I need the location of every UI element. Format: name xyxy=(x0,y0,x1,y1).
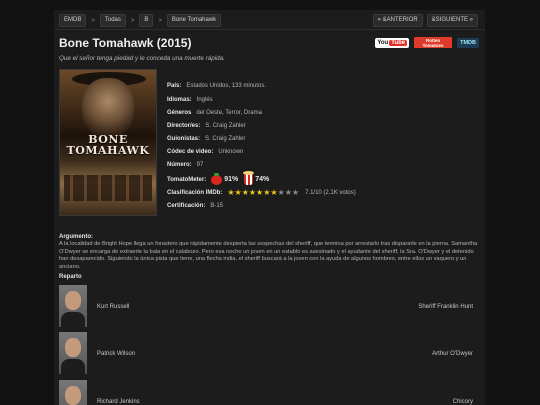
breadcrumb-separator: > xyxy=(158,17,162,24)
detail-label: Director/es: xyxy=(167,123,201,129)
detail-video-codec: Códec de video: Unknown xyxy=(167,149,243,155)
poster-title: BONE TOMAHAWK xyxy=(66,133,150,157)
plot-text: A la localidad de Bright Hope llega un f… xyxy=(59,241,478,270)
poster-riders-art xyxy=(64,175,152,201)
header-divider xyxy=(54,29,485,30)
detail-value: Inglés xyxy=(196,97,213,103)
breadcrumb: EMDB > Todas > B > Bone Tomahawk xyxy=(59,14,222,27)
plot-label: Argumento: xyxy=(59,234,93,240)
actor-body-art xyxy=(61,312,85,327)
breadcrumb-todas[interactable]: Todas xyxy=(99,14,126,27)
actor-name[interactable]: Kurt Russell xyxy=(97,304,129,310)
next-button[interactable]: &SIGUIENTE » xyxy=(426,14,478,27)
star-icon: ★ xyxy=(241,188,249,197)
tmdb-link[interactable]: TMDB xyxy=(457,37,479,48)
actor-head-art xyxy=(65,291,81,310)
star-icon: ★ xyxy=(227,188,235,197)
movie-poster[interactable]: BONE TOMAHAWK xyxy=(59,69,157,216)
detail-directors: Director/es: S. Craig Zahler xyxy=(167,123,246,129)
tomato-icon xyxy=(211,172,223,185)
movie-panel: EMDB > Todas > B > Bone Tomahawk « &ANTE… xyxy=(54,10,485,405)
actor-body-art xyxy=(61,359,85,374)
previous-button[interactable]: « &ANTERIOR xyxy=(372,14,423,27)
actor-photo[interactable] xyxy=(59,285,87,327)
cast-member[interactable]: Patrick Wilson Arthur O'Dwyer xyxy=(59,332,480,374)
movie-tagline: Que el señor tenga piedad y le conceda u… xyxy=(59,55,225,62)
actor-head-art xyxy=(65,386,81,405)
detail-value: Estados Unidos, 133 minutos. xyxy=(186,83,267,89)
star-icon: ★ xyxy=(277,188,285,197)
youtube-text: You xyxy=(377,39,389,46)
breadcrumb-separator: > xyxy=(130,17,135,24)
certification-label: Certificación: xyxy=(167,203,206,209)
rotten-tomatoes-link[interactable]: Rotten Tomatoes xyxy=(414,37,453,48)
detail-label: Códec de video: xyxy=(167,149,214,155)
detail-value: 97 xyxy=(196,162,204,168)
breadcrumb-current[interactable]: Bone Tomahawk xyxy=(166,14,222,27)
actor-name[interactable]: Patrick Wilson xyxy=(97,351,135,357)
critics-score: 91% xyxy=(224,176,239,183)
detail-tomatometer: TomatoMeter: 91% 74% xyxy=(167,171,275,185)
detail-label: Géneros xyxy=(167,110,192,116)
pager: « &ANTERIOR &SIGUIENTE » xyxy=(372,14,478,27)
external-links: You Tube Rotten Tomatoes TMDB xyxy=(375,37,479,48)
cast-member[interactable]: Richard Jenkins Chicory xyxy=(59,380,480,405)
actor-photo[interactable] xyxy=(59,380,87,405)
star-icon: ★ xyxy=(234,188,242,197)
detail-country: País: Estados Unidos, 133 minutos. xyxy=(167,83,266,89)
detail-languages: Idiomas: Inglés xyxy=(167,97,213,103)
detail-number: Número: 97 xyxy=(167,162,203,168)
star-icon: ★ xyxy=(256,188,264,197)
imdb-label: Clasificación IMDb: xyxy=(167,190,223,196)
star-icon: ★ xyxy=(284,188,292,197)
detail-label: País: xyxy=(167,83,182,89)
actor-role: Arthur O'Dwyer xyxy=(432,351,473,357)
star-icon: ★ xyxy=(270,188,278,197)
detail-writers: Guionistas: S. Craig Zahler xyxy=(167,136,245,142)
actor-photo[interactable] xyxy=(59,332,87,374)
star-icon: ★ xyxy=(291,188,300,197)
actor-head-art xyxy=(65,338,81,357)
detail-imdb: Clasificación IMDb: ★ ★ ★ ★ ★ ★ ★ ★ ★ ★ 7.1/10 (2… xyxy=(167,189,356,197)
detail-value: Unknown xyxy=(218,149,244,155)
detail-label: Número: xyxy=(167,162,192,168)
star-icon: ★ xyxy=(248,188,257,197)
actor-role: Sheriff Franklin Hunt xyxy=(418,304,473,310)
star-icon: ★ xyxy=(263,188,271,197)
detail-value: S. Craig Zahler xyxy=(205,123,246,129)
youtube-tube-text: Tube xyxy=(389,39,408,46)
cast-member[interactable]: Kurt Russell Sheriff Franklin Hunt xyxy=(59,285,480,327)
detail-certification: Certificación: B-15 xyxy=(167,203,223,209)
detail-label: Idiomas: xyxy=(167,97,192,103)
movie-title: Bone Tomahawk (2015) xyxy=(59,36,192,50)
popcorn-icon xyxy=(243,171,255,185)
imdb-value: 7.1/10 (2.1K votos) xyxy=(305,190,356,196)
tomatometer-label: TomatoMeter: xyxy=(167,176,207,183)
youtube-link[interactable]: You Tube xyxy=(375,37,410,48)
actor-name[interactable]: Richard Jenkins xyxy=(97,399,140,405)
certification-value: B-15 xyxy=(210,203,224,209)
poster-face-art xyxy=(82,78,134,136)
breadcrumb-separator: > xyxy=(91,17,95,24)
breadcrumb-letter[interactable]: B xyxy=(139,14,154,27)
breadcrumb-emdb[interactable]: EMDB xyxy=(59,14,87,27)
audience-score: 74% xyxy=(255,176,270,183)
rating-stars: ★ ★ ★ ★ ★ ★ ★ ★ ★ ★ xyxy=(227,189,299,197)
detail-genres: Géneros del Oeste, Terror, Drama xyxy=(167,110,262,116)
detail-value: S. Craig Zahler xyxy=(205,136,246,142)
cast-label: Reparto xyxy=(59,274,82,280)
detail-value: del Oeste, Terror, Drama xyxy=(196,110,262,116)
detail-label: Guionistas: xyxy=(167,136,201,142)
actor-role: Chicory xyxy=(452,399,473,405)
